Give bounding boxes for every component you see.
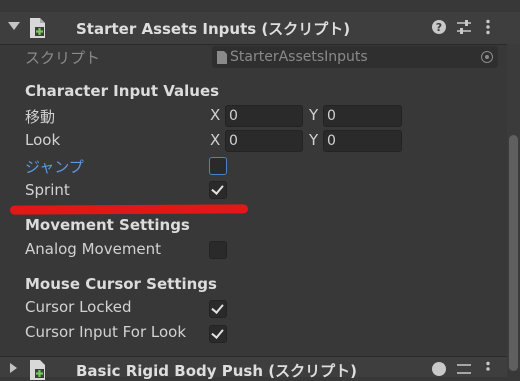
move-y-label: Y <box>309 106 319 124</box>
look-x-label: X <box>210 131 221 149</box>
script-field[interactable]: StarterAssetsInputs <box>212 46 498 68</box>
jump-checkbox[interactable] <box>209 157 227 175</box>
help-icon[interactable]: ? <box>429 17 449 37</box>
script-icon <box>30 18 45 38</box>
component-header[interactable]: Starter Assets Inputs (スクリプト) ? <box>0 12 520 45</box>
preset-icon[interactable] <box>454 359 474 379</box>
foldout-collapsed-icon[interactable] <box>10 363 17 373</box>
look-x-field[interactable]: 0 <box>225 130 303 152</box>
move-y-field[interactable]: 0 <box>323 105 402 127</box>
section-header-movement: Movement Settings <box>25 216 190 234</box>
sprint-label: Sprint <box>25 181 70 199</box>
more-icon[interactable] <box>478 17 498 37</box>
look-y-field[interactable]: 0 <box>323 130 402 152</box>
analog-movement-label: Analog Movement <box>25 240 162 258</box>
analog-movement-checkbox[interactable] <box>209 241 227 259</box>
script-label: スクリプト <box>25 49 101 67</box>
component-title: Starter Assets Inputs (スクリプト) <box>76 20 351 38</box>
cursor-locked-checkbox[interactable] <box>209 300 227 318</box>
scrollbar-thumb[interactable] <box>509 135 518 371</box>
red-underline-annotation <box>9 204 249 215</box>
cursor-input-for-look-checkbox[interactable] <box>209 325 227 343</box>
cursor-input-for-look-label: Cursor Input For Look <box>25 323 187 341</box>
cursor-locked-label: Cursor Locked <box>25 298 132 316</box>
script-field-value: StarterAssetsInputs <box>230 49 368 65</box>
move-label: 移動 <box>25 108 56 126</box>
section-header-mouse-cursor: Mouse Cursor Settings <box>25 275 217 293</box>
preset-icon[interactable] <box>454 17 474 37</box>
checkmark-icon <box>211 301 224 314</box>
sprint-checkbox[interactable] <box>209 181 227 199</box>
foldout-arrow-icon[interactable] <box>8 22 20 30</box>
look-y-label: Y <box>309 131 319 149</box>
move-x-field[interactable]: 0 <box>225 105 303 127</box>
more-icon[interactable] <box>478 359 498 379</box>
jump-label: ジャンプ <box>25 158 84 176</box>
script-file-icon <box>217 51 227 64</box>
section-header-character-input: Character Input Values <box>25 82 220 100</box>
move-x-label: X <box>210 106 221 124</box>
object-picker-icon[interactable] <box>481 51 493 63</box>
next-component-header[interactable]: Basic Rigid Body Push (スクリプト) <box>0 356 507 380</box>
script-icon <box>30 360 45 380</box>
checkmark-icon <box>211 326 224 339</box>
checkmark-icon <box>211 182 224 195</box>
svg-text:?: ? <box>436 21 442 34</box>
look-label: Look <box>25 131 61 149</box>
help-icon[interactable] <box>429 359 449 379</box>
